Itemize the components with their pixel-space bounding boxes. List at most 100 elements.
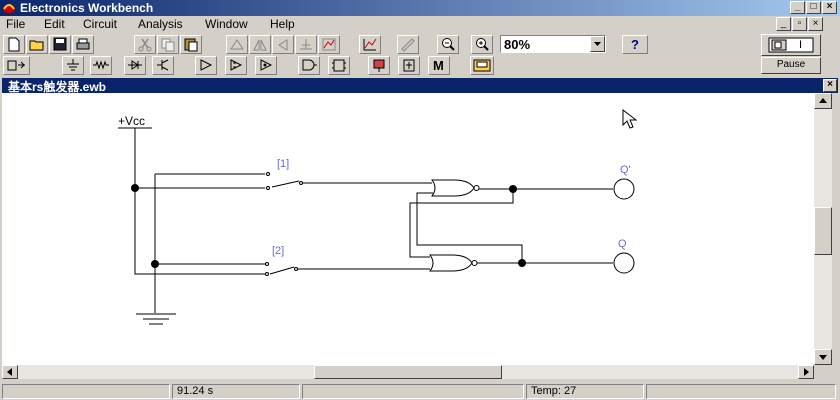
vcc-label: +Vcc xyxy=(118,114,145,128)
feedback-wire-top xyxy=(409,189,514,258)
create-subcircuit-icon[interactable] xyxy=(318,35,340,54)
menu-help[interactable]: Help xyxy=(270,17,295,31)
junction-q-bar xyxy=(509,185,517,193)
app-icon xyxy=(3,4,15,13)
vertical-scrollbar[interactable] xyxy=(814,93,832,365)
circuit-canvas[interactable]: +Vcc [1] [2] Q' Q xyxy=(2,93,814,365)
indicators-bin-icon[interactable] xyxy=(368,56,390,75)
mdi-minimize-icon[interactable]: _ xyxy=(776,17,791,31)
switch2-label: [2] xyxy=(272,245,284,257)
chevron-down-icon[interactable] xyxy=(590,36,605,52)
nor-top-bubble xyxy=(473,185,480,191)
switch1-contact-a xyxy=(266,172,270,176)
junction-ground xyxy=(151,260,159,268)
menu-circuit[interactable]: Circuit xyxy=(83,17,117,31)
document-close-icon[interactable]: × xyxy=(823,79,837,92)
analog-ics-bin-icon[interactable] xyxy=(195,56,217,75)
q-label: Q xyxy=(618,238,627,250)
sources-bin-icon[interactable] xyxy=(62,56,84,75)
nor-bottom-bubble xyxy=(471,260,478,266)
status-panel-right xyxy=(646,384,836,399)
switch1-contact-b xyxy=(266,186,270,190)
circuit-schematic: +Vcc [1] [2] Q' Q xyxy=(118,108,638,325)
flip-vertical-icon[interactable] xyxy=(272,35,294,54)
instruments-bin-icon[interactable] xyxy=(470,56,494,75)
vcc-rail xyxy=(134,128,172,275)
open-folder-icon[interactable] xyxy=(26,35,48,54)
help-label: ? xyxy=(631,37,639,52)
scroll-right-icon[interactable] xyxy=(798,365,814,379)
scroll-left-icon[interactable] xyxy=(2,365,18,379)
status-panel-empty xyxy=(302,384,524,399)
component-properties-icon[interactable] xyxy=(295,35,317,54)
horizontal-scroll-thumb[interactable] xyxy=(314,365,502,379)
rotate-icon[interactable] xyxy=(226,35,248,54)
horizontal-scrollbar[interactable] xyxy=(2,365,814,379)
nor-gate-top xyxy=(431,179,475,197)
maximize-icon[interactable]: □ xyxy=(806,1,821,14)
switch1-pivot xyxy=(299,181,303,185)
zoom-value: 80% xyxy=(504,37,531,52)
digital-ics-bin-icon[interactable] xyxy=(255,56,277,75)
minimize-icon[interactable]: _ xyxy=(790,1,805,14)
menu-edit[interactable]: Edit xyxy=(44,17,65,31)
cut-icon[interactable] xyxy=(134,35,156,54)
status-temp: Temp: 27 xyxy=(526,384,644,399)
controls-bin-icon[interactable] xyxy=(398,56,420,75)
nor-gate-bottom xyxy=(429,254,473,272)
title-bar: Electronics Workbench _ □ × xyxy=(0,0,840,16)
zoom-in-icon[interactable] xyxy=(471,35,493,54)
help-button[interactable]: ? xyxy=(622,35,648,54)
junction-q xyxy=(518,259,526,267)
basic-components-bin-icon[interactable] xyxy=(90,56,112,75)
menu-file[interactable]: File xyxy=(6,17,25,31)
switch1-blade xyxy=(271,180,300,188)
mdi-close-icon[interactable]: × xyxy=(808,17,823,31)
q-bar-terminal xyxy=(613,178,635,200)
pause-button[interactable]: Pause xyxy=(761,57,821,74)
diodes-bin-icon[interactable] xyxy=(124,56,146,75)
zoom-out-icon[interactable] xyxy=(437,35,459,54)
description-icon[interactable] xyxy=(397,35,419,54)
window-title: Electronics Workbench xyxy=(20,1,154,15)
transistors-bin-icon[interactable] xyxy=(152,56,174,75)
scroll-up-icon[interactable] xyxy=(814,93,832,109)
mixed-ics-bin-icon[interactable] xyxy=(225,56,247,75)
status-panel-message xyxy=(2,384,170,399)
power-switch[interactable]: I xyxy=(761,34,821,56)
logic-gates-bin-icon[interactable] xyxy=(298,56,320,75)
mdi-restore-icon[interactable]: ▫ xyxy=(792,17,807,31)
print-icon[interactable] xyxy=(72,35,94,54)
switch2-pivot xyxy=(294,267,298,271)
miscellaneous-bin-icon[interactable]: M xyxy=(428,56,450,75)
paste-icon[interactable] xyxy=(180,35,202,54)
mouse-pointer-icon xyxy=(622,108,638,129)
switch2-contact-b xyxy=(265,272,269,276)
menu-window[interactable]: Window xyxy=(205,17,248,31)
save-icon[interactable] xyxy=(49,35,71,54)
close-icon[interactable]: × xyxy=(822,1,837,14)
digital-bin-icon[interactable] xyxy=(328,56,350,75)
switch1-label: [1] xyxy=(277,158,289,170)
graph-icon[interactable] xyxy=(359,35,381,54)
scroll-down-icon[interactable] xyxy=(814,349,832,365)
power-label: I xyxy=(799,39,803,51)
zoom-select[interactable]: 80% xyxy=(500,35,606,53)
ground-symbol xyxy=(136,313,176,325)
status-bar: 91.24 s Temp: 27 xyxy=(0,383,840,400)
favorites-bin-icon[interactable] xyxy=(3,56,30,75)
switch2-blade xyxy=(269,266,295,275)
new-file-icon[interactable] xyxy=(3,35,25,54)
q-bar-label: Q' xyxy=(620,164,631,176)
menu-analysis[interactable]: Analysis xyxy=(138,17,183,31)
junction-vcc xyxy=(131,184,139,192)
menu-bar: File Edit Circuit Analysis Window Help _… xyxy=(0,16,840,33)
copy-icon[interactable] xyxy=(157,35,179,54)
q-terminal xyxy=(613,252,635,274)
vertical-scroll-thumb[interactable] xyxy=(814,207,832,255)
document-title-bar: 基本rs触发器.ewb × xyxy=(2,78,838,94)
switch2-contact-a xyxy=(265,262,269,266)
meter-label: M xyxy=(433,58,444,73)
status-time: 91.24 s xyxy=(172,384,300,399)
flip-horizontal-icon[interactable] xyxy=(249,35,271,54)
